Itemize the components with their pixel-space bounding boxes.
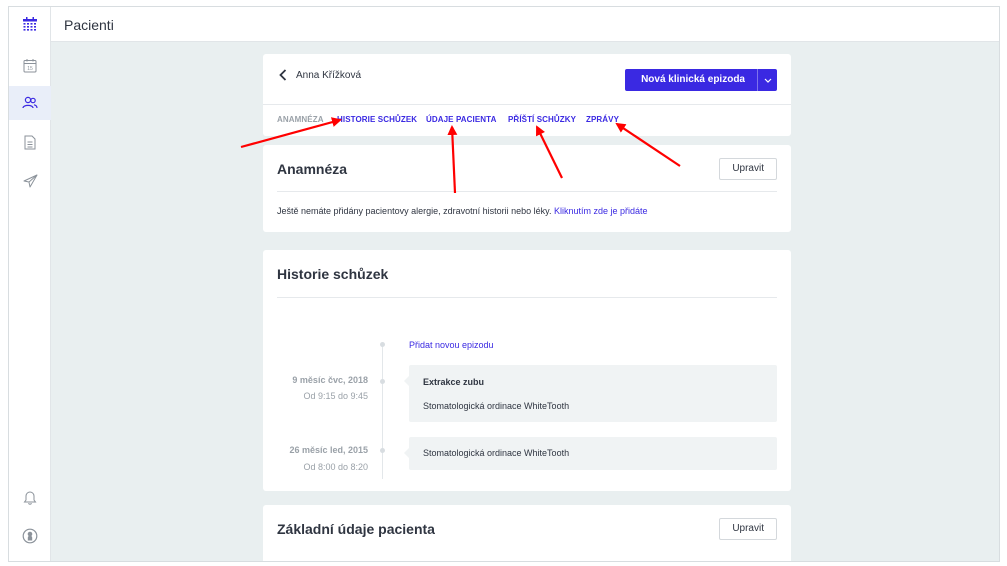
appointment-date-text: 9 měsíc čvc, 2018 [292,375,368,385]
timeline-dot [380,379,385,384]
svg-text:15: 15 [27,66,33,72]
timeline-dot [380,448,385,453]
tab-udaje-pacienta[interactable]: ÚDAJE PACIENTA [426,115,496,124]
send-icon[interactable] [9,164,51,198]
anamneza-empty-text: Ještě nemáte přidány pacientovy alergie,… [277,206,648,216]
tab-pristi-schuzky[interactable]: PŘÍŠTÍ SCHŮZKY [508,115,576,124]
calendar-grid-icon[interactable] [9,7,51,41]
edit-zakladni-udaje-button[interactable]: Upravit [719,518,777,540]
patient-header-card: Anna Křížková Nová klinická epizoda ANAM… [263,54,791,136]
tab-anamneza[interactable]: ANAMNÉZA [277,115,324,124]
divider [277,191,777,192]
divider [263,104,791,105]
new-clinical-episode-label: Nová klinická epizoda [641,74,745,85]
episode-card[interactable]: Stomatologická ordinace WhiteTooth [404,437,777,470]
calendar-day-icon[interactable]: 15 [9,48,51,82]
bell-icon[interactable] [9,480,51,514]
account-icon[interactable] [9,519,51,553]
appointment-date: 9 měsíc čvc, 2018 [268,375,368,385]
anamneza-card: Anamnéza Upravit Ještě nemáte přidány pa… [263,145,791,232]
new-clinical-episode-button[interactable]: Nová klinická epizoda [625,69,777,91]
zakladni-udaje-card: Základní údaje pacienta Upravit [263,505,791,561]
zakladni-udaje-title: Základní údaje pacienta [277,521,435,537]
users-icon[interactable] [9,86,51,120]
historie-card: Historie schůzek Přidat novou epizodu 9 … [263,250,791,491]
divider [277,297,777,298]
document-icon[interactable] [9,125,51,159]
add-episode-link[interactable]: Přidat novou epizodu [409,340,494,350]
tab-historie-schuzek[interactable]: HISTORIE SCHŮZEK [337,115,417,124]
topbar: Pacienti [51,7,999,42]
appointment-time: Od 8:00 do 8:20 [303,462,368,472]
chevron-down-icon[interactable] [757,69,777,91]
anamneza-empty-message: Ještě nemáte přidány pacientovy alergie,… [277,206,552,216]
app-window: 15 Pacienti Anna Křížková Nová klinická … [8,6,1000,562]
chevron-left-icon[interactable] [278,68,288,84]
edit-anamneza-button[interactable]: Upravit [719,158,777,180]
sidebar: 15 [9,7,51,561]
patient-name: Anna Křížková [296,70,362,81]
timeline-line [382,344,383,479]
episode-card[interactable]: Extrakce zubu Stomatologická ordinace Wh… [404,365,777,422]
page-title: Pacienti [64,17,114,33]
episode-clinic: Stomatologická ordinace WhiteTooth [423,448,570,458]
historie-title: Historie schůzek [277,266,389,282]
anamneza-title: Anamnéza [277,161,348,177]
tab-zpravy[interactable]: ZPRÁVY [586,115,619,124]
appointment-date: 26 měsíc led, 2015 [268,445,368,455]
episode-title: Extrakce zubu [423,377,485,387]
appointment-time: Od 9:15 do 9:45 [303,391,368,401]
add-anamneza-link[interactable]: Kliknutím zde je přidáte [554,206,648,216]
episode-clinic: Stomatologická ordinace WhiteTooth [423,401,570,411]
appointment-date-text: 26 měsíc led, 2015 [289,445,368,455]
timeline-dot [380,342,385,347]
